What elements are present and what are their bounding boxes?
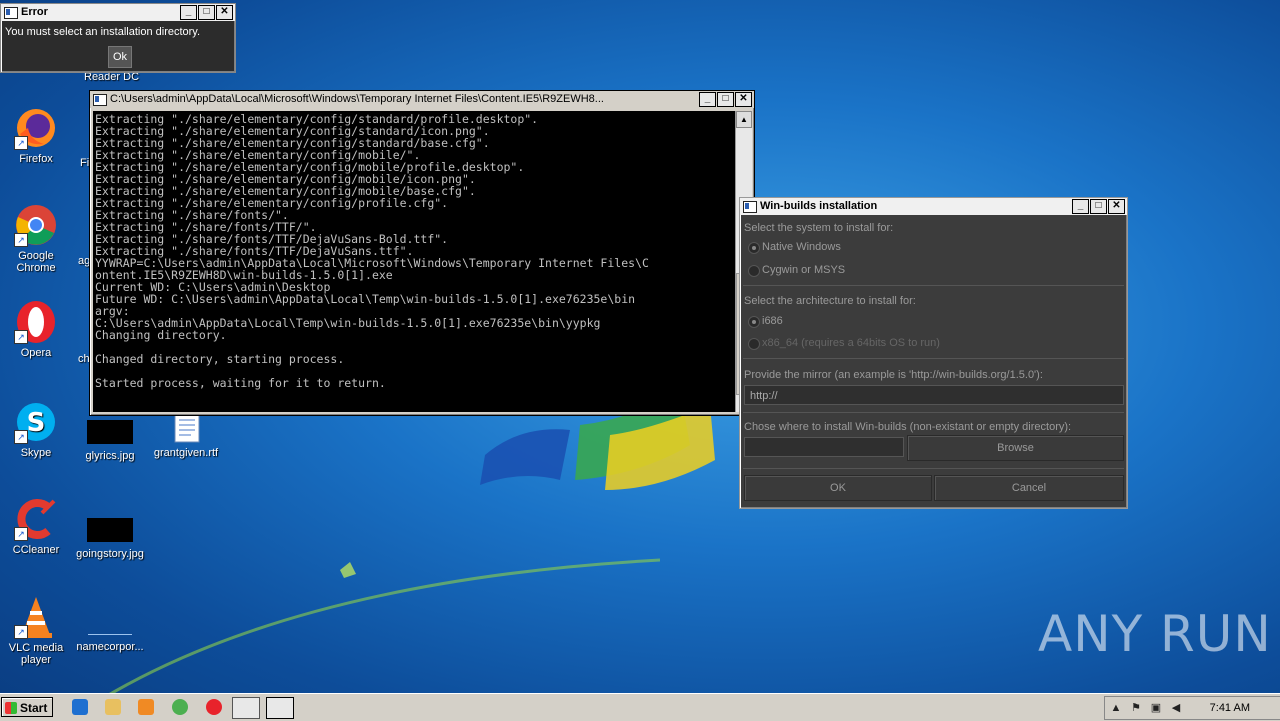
minimize-button[interactable]: _ (699, 92, 716, 107)
error-dialog: Error _ □ ✕ You must select an installat… (0, 3, 236, 73)
icon-label: glyrics.jpg (85, 450, 135, 462)
arch-label: Select the architecture to install for: (744, 295, 916, 307)
winbuilds-task-button[interactable] (266, 697, 294, 719)
system-label: Select the system to install for: (744, 222, 894, 234)
file-explorer-icon[interactable] (105, 699, 121, 715)
maximize-button[interactable]: □ (198, 5, 215, 20)
system-tray: ▲ ⚑ ▣ ◀ 7:41 AM (1104, 696, 1280, 720)
browse-button[interactable]: Browse (907, 435, 1124, 461)
error-message: You must select an installation director… (5, 26, 201, 38)
icon-label: grantgiven.rtf (153, 447, 219, 459)
partial-icon-label: Fi (80, 157, 90, 169)
vlc-icon: ↗ (14, 595, 58, 639)
svg-text:S: S (27, 408, 46, 438)
anyrun-watermark: ANY RUN (1038, 605, 1272, 663)
cygwin-label: Cygwin or MSYS (762, 264, 846, 276)
native-windows-label: Native Windows (762, 241, 841, 253)
chrome-icon: ↗ (14, 203, 58, 247)
mirror-input[interactable]: http:// (744, 385, 1124, 405)
console-text: Extracting "./share/elementary/config/st… (95, 112, 649, 390)
error-ok-button[interactable]: Ok (108, 46, 132, 68)
network-icon[interactable]: ▣ (1150, 702, 1162, 714)
minimize-button[interactable]: _ (1072, 199, 1089, 214)
icon-label: Opera (20, 347, 52, 359)
opera-taskbar-icon[interactable] (206, 699, 222, 715)
winbuilds-window: Win-builds installation _ □ ✕ Select the… (739, 197, 1128, 509)
console-task-button[interactable] (232, 697, 260, 719)
install-dir-input[interactable] (744, 437, 904, 457)
error-titlebar[interactable]: Error _ □ ✕ (1, 4, 235, 21)
cancel-button[interactable]: Cancel (934, 475, 1124, 501)
icon-label: Skype (20, 447, 52, 459)
close-button[interactable]: ✕ (735, 92, 752, 107)
volume-icon[interactable]: ◀ (1170, 702, 1182, 714)
image-thumbnail (87, 420, 133, 444)
firefox-desktop-icon[interactable]: ↗ Firefox (0, 106, 72, 165)
scroll-up-arrow[interactable]: ▲ (736, 111, 752, 128)
skype-icon: S ↗ (14, 400, 58, 444)
chrome-desktop-icon[interactable]: ↗ Google Chrome (0, 203, 72, 274)
taskbar: Start ▲ ⚑ ▣ ◀ 7:41 AM (0, 693, 1280, 721)
error-title: Error (21, 6, 48, 18)
glyrics-file-icon[interactable]: glyrics.jpg (74, 410, 146, 462)
separator (743, 468, 1124, 469)
ccleaner-desktop-icon[interactable]: ↗ CCleaner (0, 497, 72, 556)
close-button[interactable]: ✕ (216, 5, 233, 20)
maximize-button[interactable]: □ (1090, 199, 1107, 214)
radio-x86-64[interactable] (748, 338, 760, 350)
icon-label: goingstory.jpg (76, 548, 144, 560)
media-player-icon[interactable] (138, 699, 154, 715)
file-icon (88, 606, 132, 635)
show-hidden-icons-icon[interactable]: ▲ (1110, 702, 1122, 714)
maximize-button[interactable]: □ (717, 92, 734, 107)
radio-i686[interactable] (748, 316, 760, 328)
goingstory-file-icon[interactable]: goingstory.jpg (74, 508, 146, 560)
opera-icon: ↗ (14, 300, 58, 344)
grantgiven-file-icon[interactable]: grantgiven.rtf (150, 410, 222, 459)
mirror-label: Provide the mirror (an example is 'http:… (744, 369, 1043, 381)
internet-explorer-icon[interactable] (72, 699, 88, 715)
start-button[interactable]: Start (1, 697, 53, 717)
vlc-desktop-icon[interactable]: ↗ VLC media player (0, 595, 72, 666)
chrome-taskbar-icon[interactable] (172, 699, 188, 715)
console-window: C:\Users\admin\AppData\Local\Microsoft\W… (89, 90, 755, 416)
clock[interactable]: 7:41 AM (1210, 702, 1250, 714)
separator (743, 285, 1124, 286)
dir-label: Chose where to install Win-builds (non-e… (744, 421, 1072, 433)
skype-desktop-icon[interactable]: S ↗ Skype (0, 400, 72, 459)
icon-label: namecorpor... (76, 641, 144, 653)
icon-label: Google Chrome (16, 250, 56, 274)
console-output[interactable]: Extracting "./share/elementary/config/st… (93, 111, 737, 412)
firefox-icon: ↗ (14, 106, 58, 150)
namecorpor-file-icon[interactable]: namecorpor... (74, 606, 146, 653)
radio-cygwin[interactable] (748, 265, 760, 277)
winbuilds-title: Win-builds installation (760, 200, 878, 212)
console-titlebar[interactable]: C:\Users\admin\AppData\Local\Microsoft\W… (90, 91, 754, 108)
window-icon (743, 201, 757, 213)
flag-icon[interactable]: ⚑ (1130, 702, 1142, 714)
image-thumbnail (87, 518, 133, 542)
x86-64-label: x86_64 (requires a 64bits OS to run) (762, 337, 940, 349)
separator (743, 358, 1124, 359)
radio-native-windows[interactable] (748, 242, 760, 254)
icon-label: Firefox (19, 153, 53, 165)
partial-icon-label: ch (78, 353, 90, 365)
separator (743, 412, 1124, 413)
winbuilds-titlebar[interactable]: Win-builds installation _ □ ✕ (740, 198, 1127, 215)
ok-button[interactable]: OK (744, 475, 932, 501)
i686-label: i686 (762, 315, 783, 327)
icon-label: CCleaner (12, 544, 60, 556)
close-button[interactable]: ✕ (1108, 199, 1125, 214)
console-icon (93, 94, 107, 106)
winbuilds-body: Select the system to install for: Native… (743, 219, 1124, 505)
console-title: C:\Users\admin\AppData\Local\Microsoft\W… (110, 93, 604, 105)
window-icon (4, 7, 18, 19)
ccleaner-icon: ↗ (14, 497, 58, 541)
minimize-button[interactable]: _ (180, 5, 197, 20)
icon-label: VLC media player (8, 642, 64, 666)
opera-desktop-icon[interactable]: ↗ Opera (0, 300, 72, 359)
wallpaper-swoosh (100, 558, 660, 700)
